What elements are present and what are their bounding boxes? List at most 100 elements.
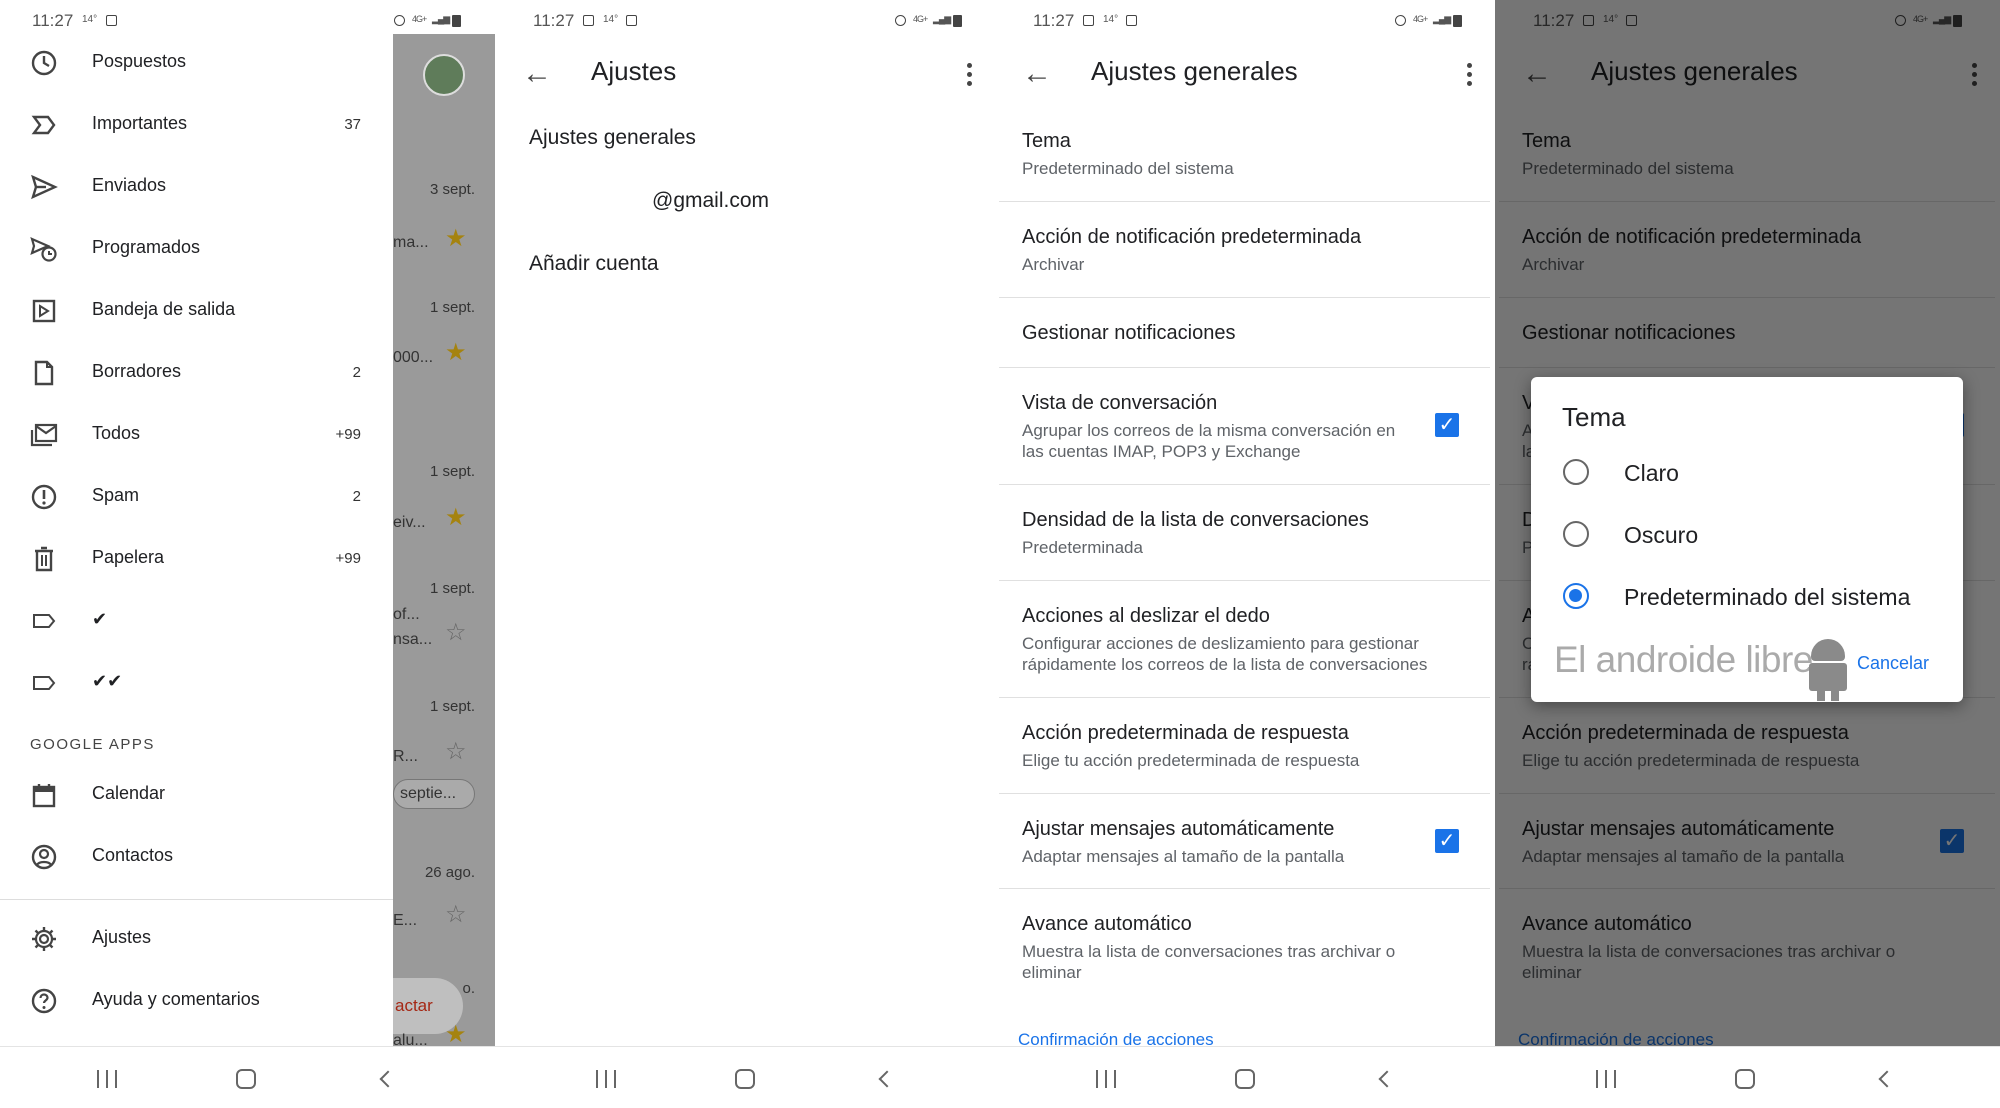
more-options-icon[interactable] (957, 54, 981, 94)
setting-title: Gestionar notificaciones (1022, 322, 1236, 344)
drawer-item-label: Ajustes (92, 927, 152, 947)
star-filled-icon[interactable]: ★ (445, 224, 467, 253)
drawer-item-label: Calendar (92, 783, 166, 803)
theme-option-oscuro[interactable]: Oscuro (1531, 507, 1963, 563)
setting-manage-notifications[interactable]: Gestionar notificaciones (999, 298, 1490, 368)
drawer-item-ayuda[interactable]: Ayuda y comentarios (0, 972, 393, 1028)
battery-icon (953, 15, 962, 27)
drawer-item-ajustes[interactable]: Ajustes (0, 910, 393, 966)
home-button[interactable] (236, 1069, 256, 1089)
recent-apps-button[interactable] (1596, 1070, 1616, 1088)
status-temp: 14° (82, 14, 98, 25)
network-label: 4G+ (412, 14, 427, 24)
status-time: 11:27 (1033, 11, 1075, 30)
drawer-item-label-check[interactable]: ✔ (0, 592, 393, 648)
back-button[interactable] (1878, 1070, 1896, 1088)
drawer-item-label: Pospuestos (92, 51, 187, 71)
drawer-item-enviados[interactable]: Enviados (0, 158, 393, 214)
drawer-item-borradores[interactable]: Borradores 2 (0, 344, 393, 400)
general-settings-screen: 11:27 14° 4G+ ▂▄▆ ← Ajustes generales Te… (995, 0, 1495, 1108)
signal-icon: ▂▄▆ (1433, 14, 1451, 24)
important-icon (30, 111, 58, 139)
avatar[interactable] (423, 54, 465, 96)
radio-unselected-icon[interactable] (1563, 521, 1589, 547)
drawer-item-label: ✔ (92, 609, 108, 629)
setting-conversation-view[interactable]: Vista de conversación Agrupar los correo… (999, 368, 1490, 485)
label-icon (30, 607, 58, 635)
setting-auto-advance[interactable]: Avance automático Muestra la lista de co… (999, 889, 1490, 1009)
setting-reply-action[interactable]: Acción predeterminada de respuesta Elige… (999, 698, 1490, 794)
cancel-button[interactable]: Cancelar (1857, 653, 1929, 674)
spam-icon (30, 483, 58, 511)
settings-screen: 11:27 14° 4G+ ▂▄▆ ← Ajustes Ajustes gene… (495, 0, 995, 1108)
option-label: Claro (1624, 460, 1679, 486)
star-outline-icon[interactable]: ☆ (445, 618, 467, 647)
theme-option-sistema[interactable]: Predeterminado del sistema (1531, 569, 1963, 625)
setting-subtitle: Agrupar los correos de la misma conversa… (1022, 421, 1396, 461)
navigation-drawer: Pospuestos Importantes 37 Enviados Progr… (0, 34, 393, 1046)
attachment-chip[interactable]: septie... (393, 779, 475, 809)
drawer-item-importantes[interactable]: Importantes 37 (0, 96, 393, 152)
draft-icon (30, 359, 58, 387)
back-button[interactable] (379, 1070, 397, 1088)
drawer-item-contactos[interactable]: Contactos (0, 828, 393, 884)
star-filled-icon[interactable]: ★ (445, 338, 467, 367)
battery-icon (1453, 15, 1462, 27)
setting-swipe-actions[interactable]: Acciones al deslizar el dedo Configurar … (999, 581, 1490, 698)
outbox-icon (30, 297, 58, 325)
mail-date: 1 sept. (429, 698, 475, 715)
drawer-item-calendar[interactable]: Calendar (0, 766, 393, 822)
home-button[interactable] (1235, 1069, 1255, 1089)
setting-tema[interactable]: Tema Predeterminado del sistema (999, 110, 1490, 202)
status-temp: 14° (603, 14, 619, 25)
radio-selected-icon[interactable] (1563, 583, 1589, 609)
recent-apps-button[interactable] (596, 1070, 616, 1088)
checkbox-checked[interactable]: ✓ (1435, 829, 1459, 853)
drawer-item-pospuestos[interactable]: Pospuestos (0, 34, 393, 90)
star-filled-icon[interactable]: ★ (445, 503, 467, 532)
back-button[interactable] (878, 1070, 896, 1088)
dialog-title: Tema (1562, 402, 1626, 432)
drawer-item-label: Spam (92, 485, 140, 505)
signal-icon: ▂▄▆ (933, 14, 951, 24)
more-options-icon[interactable] (1457, 54, 1481, 94)
settings-item-add-account[interactable]: Añadir cuenta (529, 252, 659, 276)
drawer-item-label: Contactos (92, 845, 174, 865)
drawer-item-spam[interactable]: Spam 2 (0, 468, 393, 524)
star-outline-icon[interactable]: ☆ (445, 737, 467, 766)
home-button[interactable] (1735, 1069, 1755, 1089)
drawer-item-papelera[interactable]: Papelera +99 (0, 530, 393, 586)
help-icon (30, 987, 58, 1015)
android-robot-icon (1801, 639, 1855, 701)
drawer-item-bandeja-de-salida[interactable]: Bandeja de salida (0, 282, 393, 338)
back-button[interactable] (1378, 1070, 1396, 1088)
radio-unselected-icon[interactable] (1563, 459, 1589, 485)
status-temp: 14° (1103, 14, 1119, 25)
star-outline-icon[interactable]: ☆ (445, 900, 467, 929)
settings-item-account[interactable]: @gmail.com (652, 189, 769, 213)
drawer-item-programados[interactable]: Programados (0, 220, 393, 276)
theme-option-claro[interactable]: Claro (1531, 445, 1963, 501)
star-filled-icon[interactable]: ★ (445, 1020, 467, 1046)
drawer-item-todos[interactable]: Todos +99 (0, 406, 393, 462)
watermark-logo: El androide libre (1554, 639, 1813, 680)
battery-icon (452, 15, 461, 27)
network-label: 4G+ (913, 14, 928, 24)
setting-subtitle: Muestra la lista de conversaciones tras … (1022, 942, 1396, 982)
home-button[interactable] (735, 1069, 755, 1089)
setting-notification-action[interactable]: Acción de notificación predeterminada Ar… (999, 202, 1490, 298)
setting-list-density[interactable]: Densidad de la lista de conversaciones P… (999, 485, 1490, 581)
settings-item-general[interactable]: Ajustes generales (529, 126, 696, 150)
drawer-item-label-double-check[interactable]: ✔✔ (0, 654, 393, 710)
back-arrow-icon[interactable]: ← (517, 54, 557, 94)
recent-apps-button[interactable] (97, 1070, 117, 1088)
setting-auto-fit[interactable]: Ajustar mensajes automáticamente Adaptar… (999, 794, 1490, 889)
checkbox-checked[interactable]: ✓ (1435, 413, 1459, 437)
recent-apps-button[interactable] (1096, 1070, 1116, 1088)
setting-subtitle: Predeterminada (1022, 538, 1143, 557)
gallery-icon (1083, 15, 1094, 26)
setting-title: Acción predeterminada de respuesta (1022, 722, 1349, 744)
back-arrow-icon[interactable]: ← (1017, 54, 1057, 94)
option-label: Predeterminado del sistema (1624, 584, 1911, 610)
gallery-icon (583, 15, 594, 26)
